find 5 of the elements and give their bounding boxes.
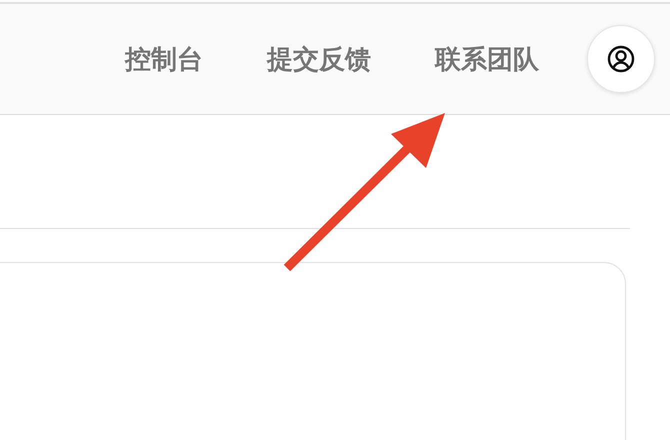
nav-link[interactable]: 联系团队 [435, 42, 539, 76]
account-button[interactable] [587, 25, 655, 93]
nav-link[interactable]: 提交反馈 [267, 42, 371, 76]
user-icon [607, 45, 635, 73]
nav-link[interactable]: 控制台 [125, 42, 203, 76]
